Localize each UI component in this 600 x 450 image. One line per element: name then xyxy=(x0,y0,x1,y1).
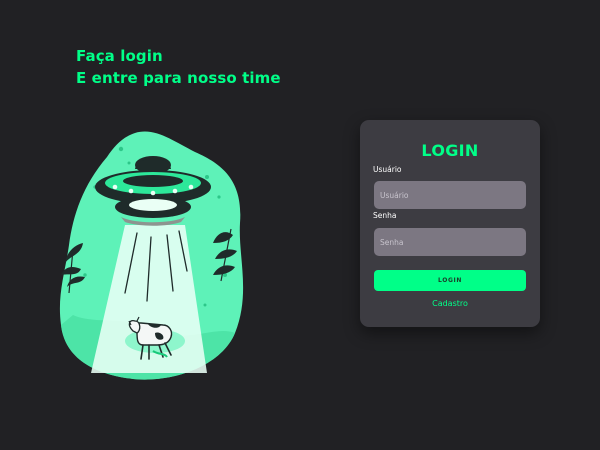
headline-line-1: Faça login xyxy=(76,47,163,65)
login-button[interactable]: LOGIN xyxy=(374,270,526,291)
ufo-abducting-cow-illustration xyxy=(59,131,244,380)
username-input[interactable] xyxy=(374,181,526,209)
headline-line-2: E entre para nosso time xyxy=(76,69,281,87)
login-card: LOGIN Usuário Senha LOGIN Cadastro xyxy=(360,120,540,327)
login-page: Faça login E entre para nosso time LOGIN… xyxy=(0,0,600,450)
hero-headline: Faça login E entre para nosso time xyxy=(76,45,281,89)
password-input[interactable] xyxy=(374,228,526,256)
password-label: Senha xyxy=(373,211,397,220)
login-title: LOGIN xyxy=(421,141,479,160)
signup-link[interactable]: Cadastro xyxy=(360,298,540,310)
username-label: Usuário xyxy=(373,165,402,174)
